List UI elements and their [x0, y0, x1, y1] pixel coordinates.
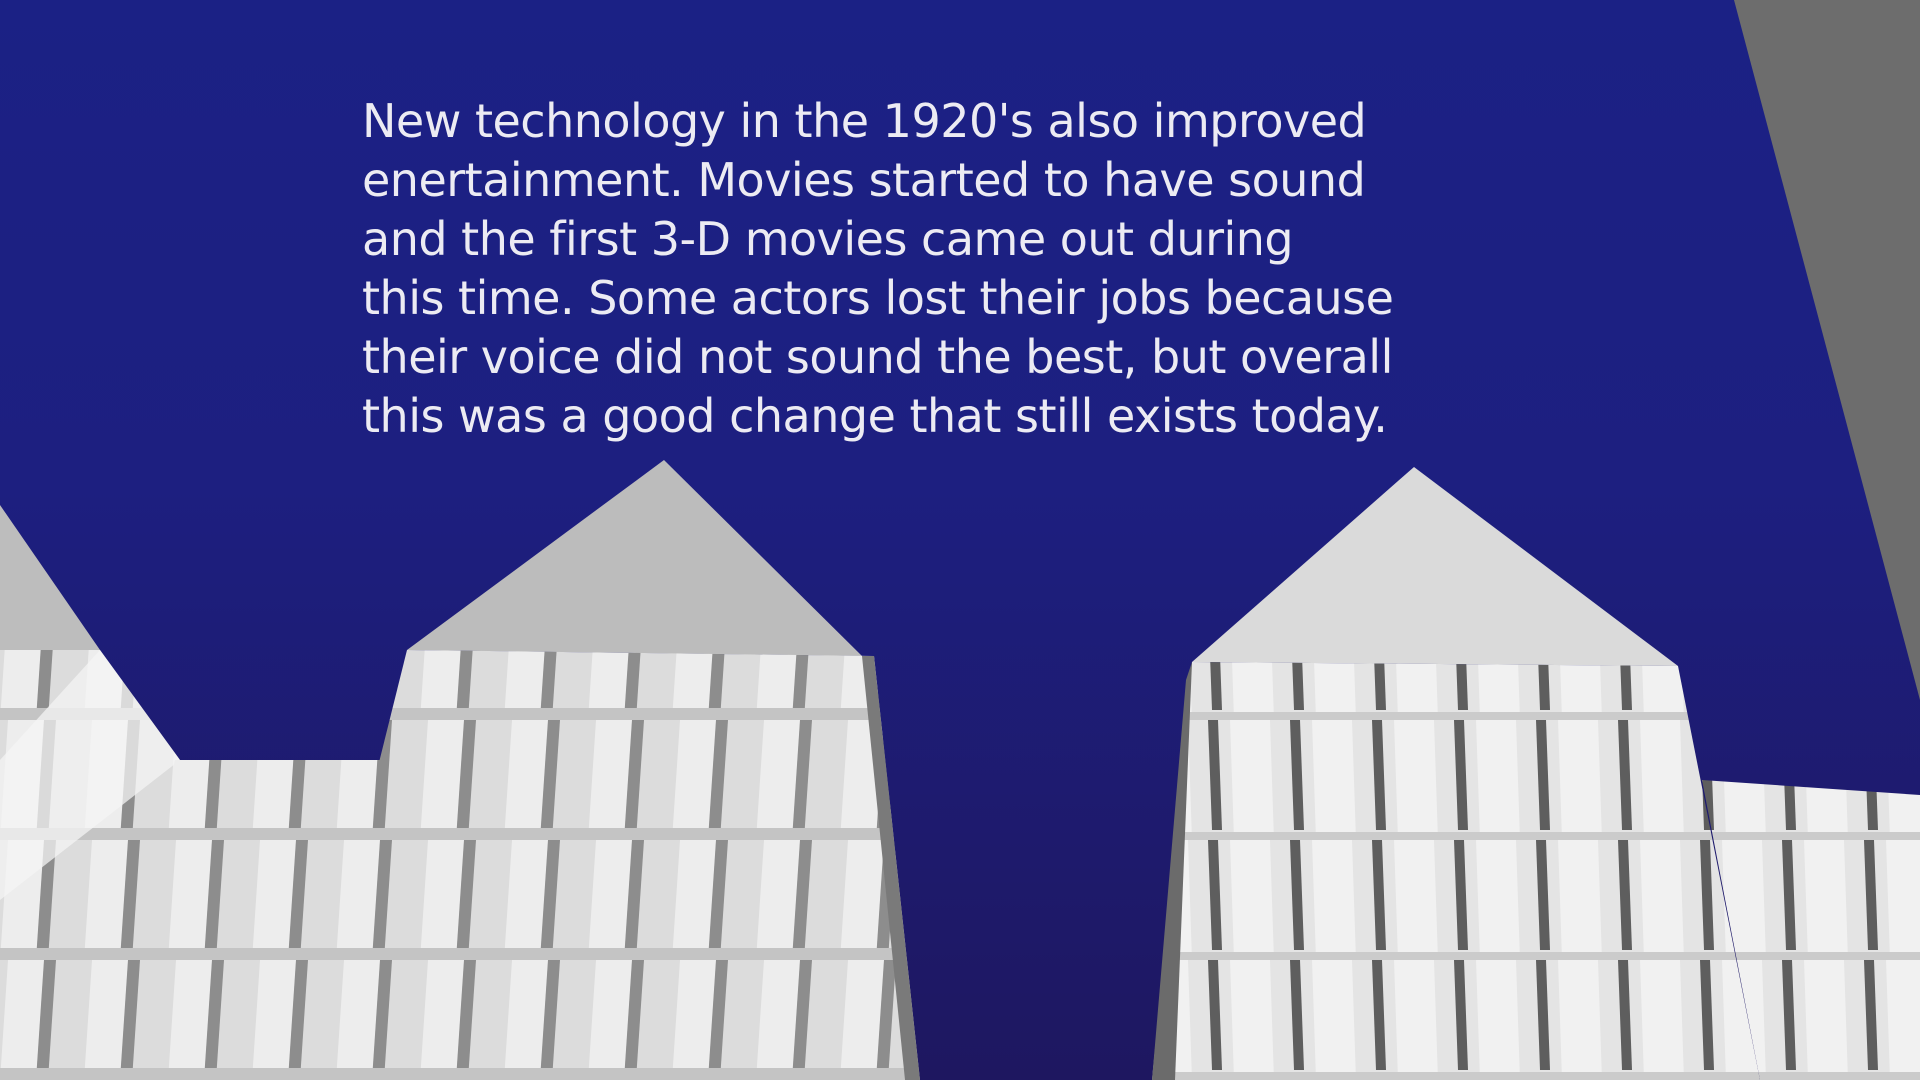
gray-wall-right: [1734, 0, 1920, 700]
building-tower-right: [1152, 467, 1760, 1080]
slide-body-text: New technology in the 1920's also improv…: [362, 94, 1394, 443]
building-tower-left: [300, 460, 920, 1080]
